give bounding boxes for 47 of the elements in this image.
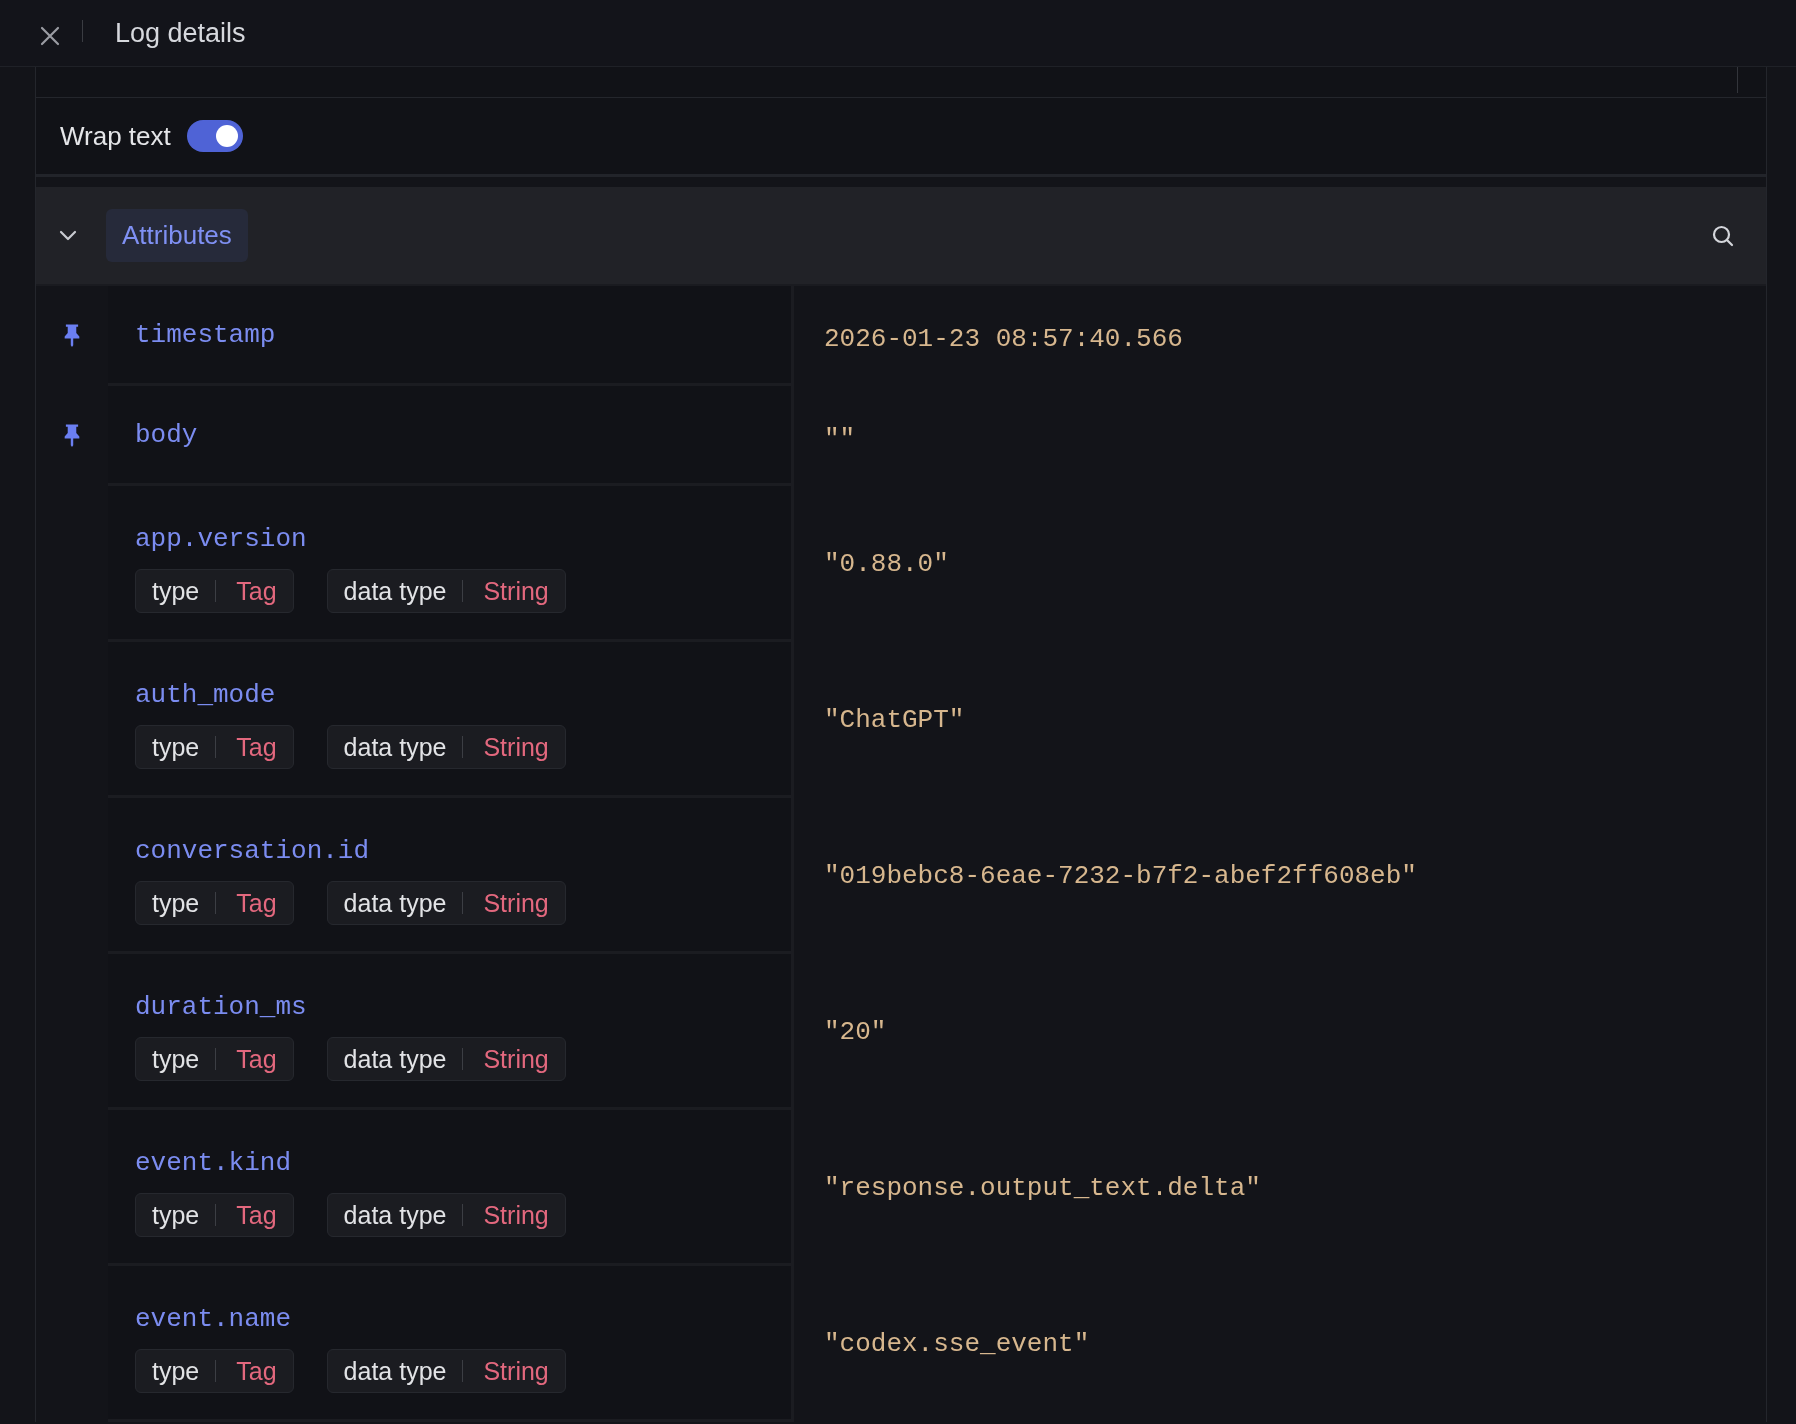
close-button[interactable] bbox=[39, 25, 61, 47]
tag-label: type bbox=[152, 576, 200, 606]
tag-label: data type bbox=[343, 576, 447, 606]
window-title: Log details bbox=[115, 17, 246, 49]
attribute-key: event.name bbox=[135, 1304, 292, 1334]
attribute-value: 2026-01-23 08:57:40.566 bbox=[824, 324, 1183, 354]
search-icon[interactable] bbox=[1711, 223, 1735, 248]
tag-value: Tag bbox=[236, 1044, 277, 1074]
tag-value: Tag bbox=[236, 576, 277, 606]
tag-value: Tag bbox=[236, 1356, 277, 1386]
wrap-text-label: Wrap text bbox=[60, 120, 171, 152]
tag-label: data type bbox=[343, 1356, 447, 1386]
tag-label: data type bbox=[343, 1044, 447, 1074]
chevron-icon[interactable] bbox=[58, 229, 78, 242]
attribute-value: "" bbox=[824, 424, 856, 454]
attribute-value: "0.88.0" bbox=[824, 549, 949, 579]
attribute-key: body bbox=[135, 420, 198, 450]
attribute-value: "response.output_text.delta" bbox=[824, 1173, 1261, 1203]
tag-value: String bbox=[483, 732, 549, 762]
tag-label: data type bbox=[343, 1200, 447, 1230]
tag-label: type bbox=[152, 888, 200, 918]
attribute-key: conversation.id bbox=[135, 836, 370, 866]
section-title: Attributes bbox=[106, 209, 248, 262]
tag-value: String bbox=[483, 1356, 549, 1386]
tag-value: String bbox=[483, 576, 549, 606]
tag-value: String bbox=[483, 888, 549, 918]
attribute-key: duration_ms bbox=[135, 992, 307, 1022]
tag-value: Tag bbox=[236, 1200, 277, 1230]
attribute-value: "codex.sse_event" bbox=[824, 1329, 1090, 1359]
attribute-key: auth_mode bbox=[135, 680, 276, 710]
tag-value: Tag bbox=[236, 888, 277, 918]
tag-label: data type bbox=[343, 732, 447, 762]
attribute-value: "ChatGPT" bbox=[824, 705, 965, 735]
tag-label: type bbox=[152, 1200, 200, 1230]
attribute-value: "20" bbox=[824, 1017, 887, 1047]
attribute-key: timestamp bbox=[135, 320, 276, 350]
tag-label: type bbox=[152, 1044, 200, 1074]
attribute-value: "019bebc8-6eae-7232-b7f2-abef2ff608eb" bbox=[824, 861, 1417, 891]
tag-label: type bbox=[152, 732, 200, 762]
tag-value: String bbox=[483, 1200, 549, 1230]
attribute-key: app.version bbox=[135, 524, 307, 554]
attribute-key: event.kind bbox=[135, 1148, 292, 1178]
wrap-text-toggle[interactable] bbox=[186, 120, 243, 152]
tag-label: data type bbox=[343, 888, 447, 918]
tag-value: String bbox=[483, 1044, 549, 1074]
tag-label: type bbox=[152, 1356, 200, 1386]
tag-value: Tag bbox=[236, 732, 277, 762]
